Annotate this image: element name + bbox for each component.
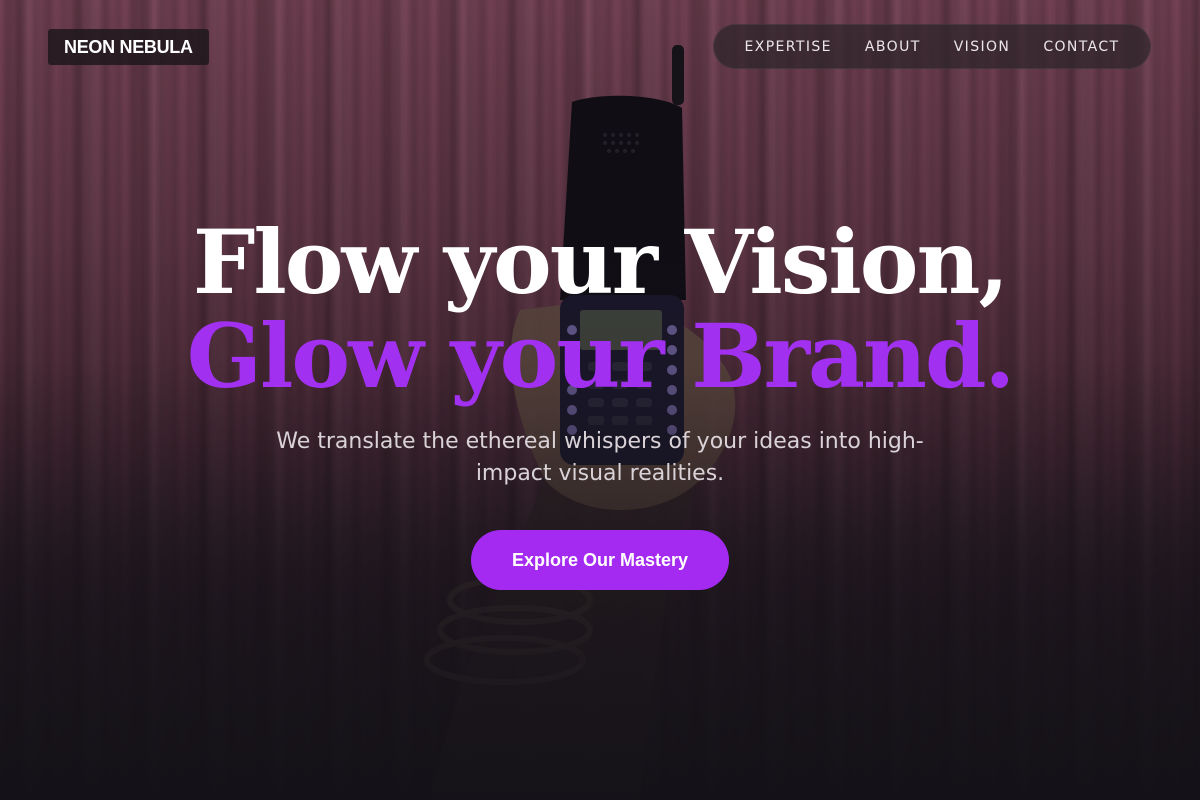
brand-logo[interactable]: NEON NEBULA <box>48 29 209 65</box>
explore-mastery-button[interactable]: Explore Our Mastery <box>471 530 729 590</box>
hero-headline-accent: Glow your Brand. <box>186 304 1015 408</box>
nav-link-contact[interactable]: CONTACT <box>1043 39 1119 55</box>
hero-headline-primary: Flow your Vision, <box>192 210 1009 314</box>
nav-link-about[interactable]: ABOUT <box>865 39 921 55</box>
nav-link-vision[interactable]: VISION <box>954 39 1011 55</box>
hero-subtitle: We translate the ethereal whispers of yo… <box>276 429 924 486</box>
main-nav: EXPERTISE ABOUT VISION CONTACT <box>713 24 1151 69</box>
nav-link-expertise[interactable]: EXPERTISE <box>744 39 831 55</box>
